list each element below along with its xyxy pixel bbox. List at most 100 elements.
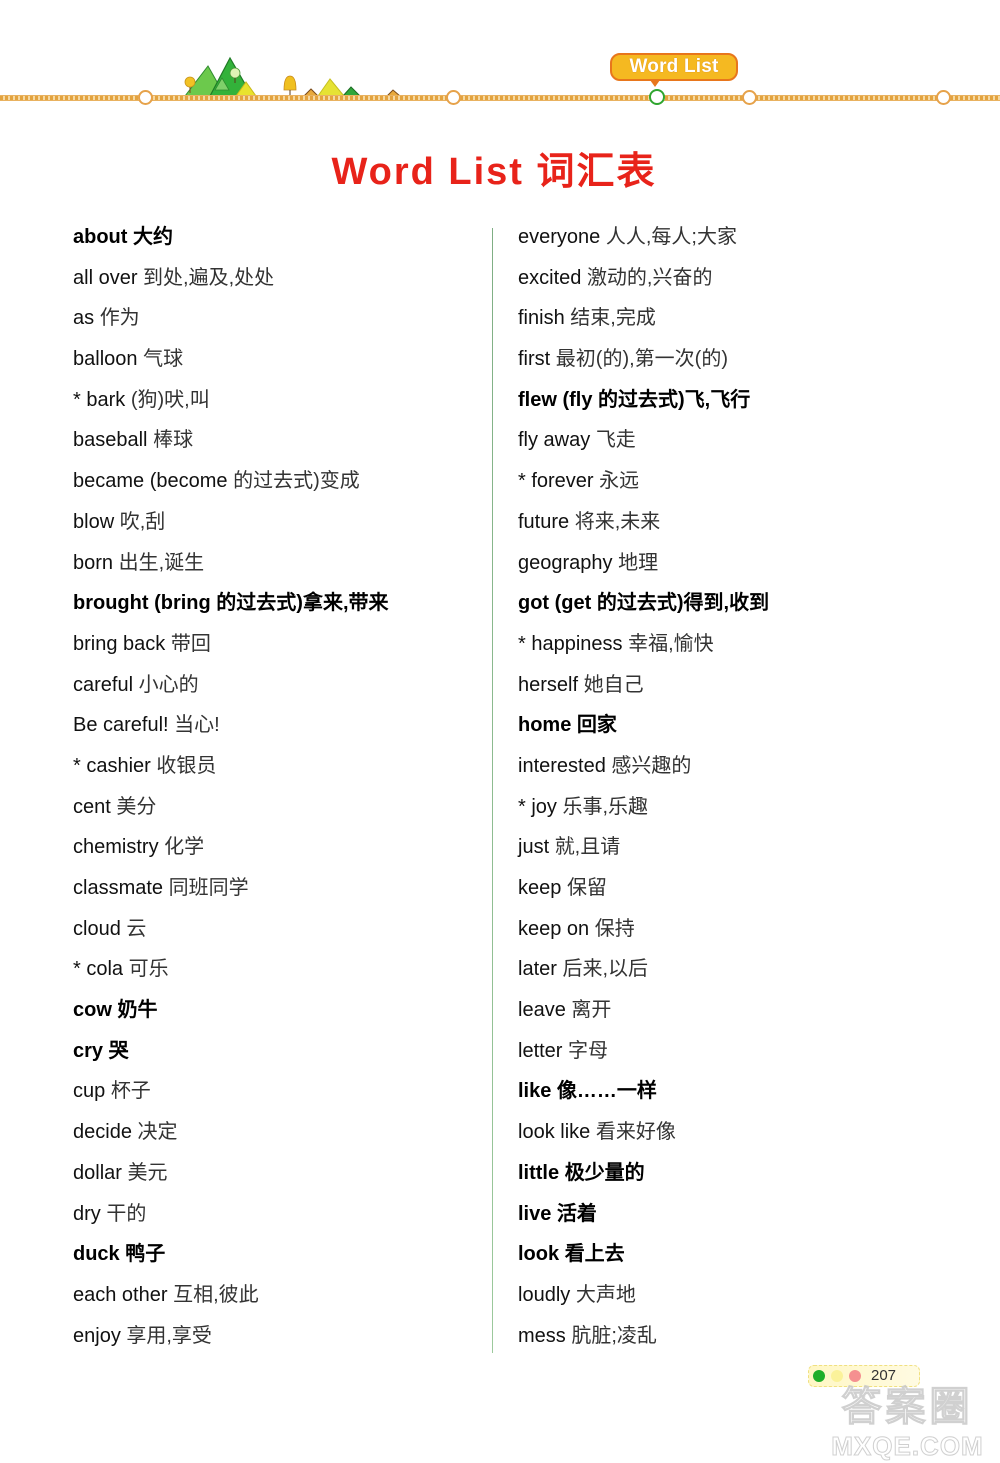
word-chinese: 美分 bbox=[116, 795, 157, 818]
word-entry: everyone 人人,每人;大家 bbox=[518, 220, 938, 261]
word-entry: dollar 美元 bbox=[73, 1156, 493, 1197]
word-entry: keep 保留 bbox=[518, 871, 938, 912]
watermark: 答案圈 MXQE.COM bbox=[820, 1385, 995, 1463]
word-entry: all over 到处,遍及,处处 bbox=[73, 261, 493, 302]
word-chinese: 同班同学 bbox=[168, 877, 249, 899]
word-entry: dry 干的 bbox=[73, 1197, 493, 1238]
word-chinese: 地理 bbox=[618, 551, 659, 574]
word-english: * forever bbox=[518, 470, 594, 493]
word-english: live bbox=[518, 1202, 552, 1225]
word-chinese: 的过去式)飞,飞行 bbox=[598, 388, 751, 411]
word-english: * bark bbox=[73, 388, 126, 411]
word-entry: cent 美分 bbox=[73, 790, 493, 831]
word-chinese: 像……一样 bbox=[556, 1080, 657, 1103]
word-entry: keep on 保持 bbox=[518, 912, 938, 953]
word-entry: flew (fly 的过去式)飞,飞行 bbox=[518, 383, 938, 424]
word-english: just bbox=[518, 836, 550, 859]
word-english: letter bbox=[518, 1039, 563, 1062]
word-entry: bring back 带回 bbox=[73, 627, 493, 668]
page-title: Word List 词汇表 bbox=[331, 151, 657, 193]
word-entry: cloud 云 bbox=[73, 912, 493, 953]
word-chinese: 小心的 bbox=[138, 673, 199, 696]
word-chinese: 结束,完成 bbox=[570, 307, 656, 330]
word-chinese: 的过去式)拿来,带来 bbox=[216, 592, 389, 615]
rope-node-icon bbox=[446, 90, 461, 105]
word-chinese: 干的 bbox=[106, 1202, 147, 1225]
word-entry: live 活着 bbox=[518, 1197, 938, 1238]
word-chinese: 人人,每人;大家 bbox=[605, 226, 737, 248]
word-english: like bbox=[518, 1080, 552, 1103]
word-english: keep bbox=[518, 877, 562, 899]
word-entry: future 将来,未来 bbox=[518, 505, 938, 546]
word-english: dollar bbox=[73, 1161, 122, 1184]
word-english: duck bbox=[73, 1243, 120, 1266]
word-english: each other bbox=[73, 1283, 168, 1306]
word-english: flew (fly bbox=[518, 388, 593, 411]
word-english: cup bbox=[73, 1080, 106, 1103]
word-entry: geography 地理 bbox=[518, 546, 938, 587]
word-chinese: 幸福,愉快 bbox=[628, 632, 714, 655]
word-entry: fly away 飞走 bbox=[518, 423, 938, 464]
word-entry: Be careful! 当心! bbox=[73, 708, 493, 749]
word-entry: excited 激动的,兴奋的 bbox=[518, 261, 938, 302]
word-entry: cow 奶牛 bbox=[73, 993, 493, 1034]
word-english: chemistry bbox=[73, 836, 159, 859]
word-english: baseball bbox=[73, 429, 148, 452]
word-english: became (become bbox=[73, 470, 228, 493]
word-english: careful bbox=[73, 673, 134, 696]
word-chinese: 的过去式)变成 bbox=[233, 470, 360, 493]
word-english: Be careful! bbox=[73, 714, 169, 737]
word-chinese: 的过去式)得到,收到 bbox=[596, 592, 770, 615]
word-chinese: 感兴趣的 bbox=[611, 754, 692, 777]
word-entry: letter 字母 bbox=[518, 1034, 938, 1075]
red-dot-icon bbox=[849, 1370, 861, 1382]
word-chinese: 保留 bbox=[566, 877, 607, 899]
word-chinese: 到处,遍及,处处 bbox=[143, 266, 275, 289]
word-entry: * joy 乐事,乐趣 bbox=[518, 790, 938, 831]
word-entry: cup 杯子 bbox=[73, 1074, 493, 1115]
word-chinese: 哭 bbox=[108, 1039, 129, 1062]
word-english: cry bbox=[73, 1039, 104, 1062]
word-english: born bbox=[73, 551, 114, 574]
word-chinese: 奶牛 bbox=[117, 999, 158, 1022]
word-chinese: 大约 bbox=[133, 226, 173, 248]
word-english: classmate bbox=[73, 877, 164, 899]
word-chinese: 出生,诞生 bbox=[118, 551, 205, 574]
word-english: cent bbox=[73, 795, 111, 818]
word-english: little bbox=[518, 1161, 560, 1184]
word-english: future bbox=[518, 510, 570, 533]
word-english: about bbox=[73, 226, 128, 248]
word-entry: born 出生,诞生 bbox=[73, 546, 493, 587]
word-entry: became (become 的过去式)变成 bbox=[73, 464, 493, 505]
word-entry: * cola 可乐 bbox=[73, 952, 493, 993]
word-english: mess bbox=[518, 1324, 566, 1347]
word-chinese: 永远 bbox=[599, 470, 640, 493]
word-english: * cashier bbox=[73, 754, 151, 777]
word-chinese: 激动的,兴奋的 bbox=[586, 266, 713, 289]
word-entry: blow 吹,刮 bbox=[73, 505, 493, 546]
word-chinese: (狗)吠,叫 bbox=[130, 388, 210, 411]
word-english: excited bbox=[518, 266, 582, 289]
word-chinese: 肮脏;凌乱 bbox=[571, 1324, 657, 1347]
word-entry: chemistry 化学 bbox=[73, 830, 493, 871]
tree-shape bbox=[184, 76, 196, 88]
page-indicator: 207 bbox=[808, 1365, 920, 1387]
word-english: first bbox=[518, 348, 551, 371]
word-list-left-column: about 大约 all over 到处,遍及,处处 as 作为 balloon 气球… bbox=[73, 220, 493, 1359]
rope-node-icon bbox=[742, 90, 757, 105]
word-entry: first 最初(的),第一次(的) bbox=[518, 342, 938, 383]
watermark-logo-text: 答案圈 bbox=[841, 1385, 974, 1430]
word-entry: each other 互相,彼此 bbox=[73, 1278, 493, 1319]
word-chinese: 她自己 bbox=[583, 673, 644, 696]
word-english: * happiness bbox=[518, 632, 623, 655]
word-entry: just 就,且请 bbox=[518, 830, 938, 871]
word-entry: * happiness 幸福,愉快 bbox=[518, 627, 938, 668]
rope-node-icon bbox=[138, 90, 153, 105]
word-english: everyone bbox=[518, 226, 601, 248]
word-entry: herself 她自己 bbox=[518, 668, 938, 709]
word-entry: later 后来,以后 bbox=[518, 952, 938, 993]
word-chinese: 字母 bbox=[568, 1039, 609, 1062]
page-number: 207 bbox=[871, 1367, 897, 1384]
word-entry: finish 结束,完成 bbox=[518, 301, 938, 342]
rope-node-icon bbox=[936, 90, 951, 105]
